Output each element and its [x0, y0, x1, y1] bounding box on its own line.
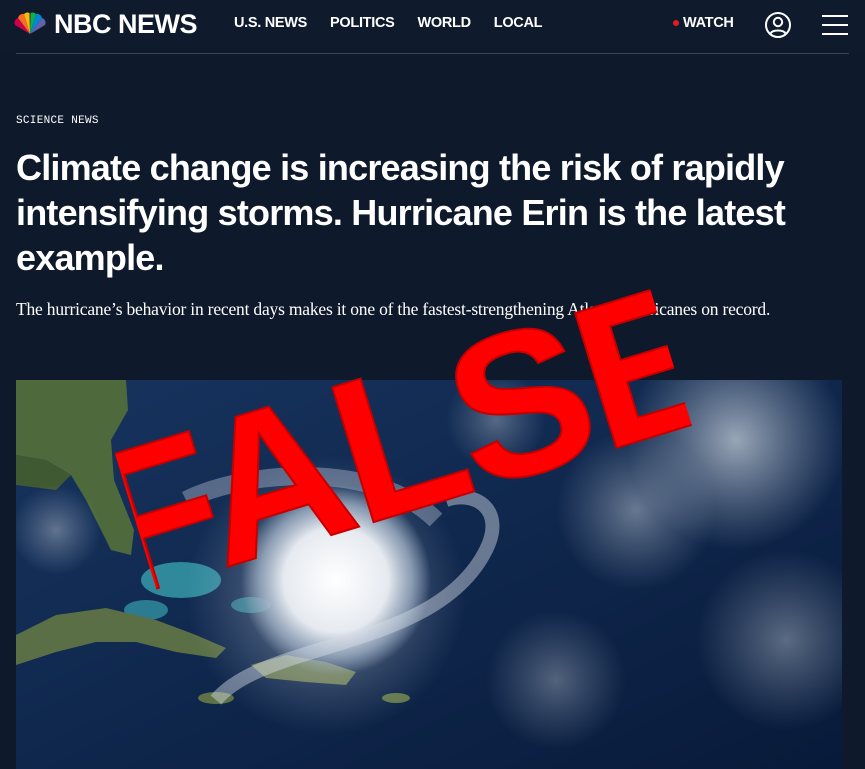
watch-label: WATCH: [683, 15, 734, 31]
hamburger-menu-icon[interactable]: [821, 13, 849, 42]
nav-item-local[interactable]: LOCAL: [494, 15, 543, 31]
peacock-icon: [12, 12, 48, 36]
primary-nav: U.S. NEWS POLITICS WORLD LOCAL: [234, 15, 565, 31]
nav-item-politics[interactable]: POLITICS: [330, 15, 395, 31]
article-kicker[interactable]: SCIENCE NEWS: [16, 115, 99, 127]
live-dot-icon: [673, 20, 679, 26]
brand-name: NBC NEWS: [54, 8, 198, 39]
watch-button[interactable]: WATCH: [673, 15, 734, 31]
header-divider: [16, 53, 849, 54]
site-header: NBC NEWS U.S. NEWS POLITICS WORLD LOCAL …: [0, 0, 865, 54]
account-icon[interactable]: [764, 11, 792, 44]
nav-item-world[interactable]: WORLD: [418, 15, 472, 31]
article-headline: Climate change is increasing the risk of…: [16, 147, 786, 278]
nav-item-us-news[interactable]: U.S. NEWS: [234, 15, 307, 31]
nbc-news-logo[interactable]: NBC NEWS: [12, 8, 198, 39]
